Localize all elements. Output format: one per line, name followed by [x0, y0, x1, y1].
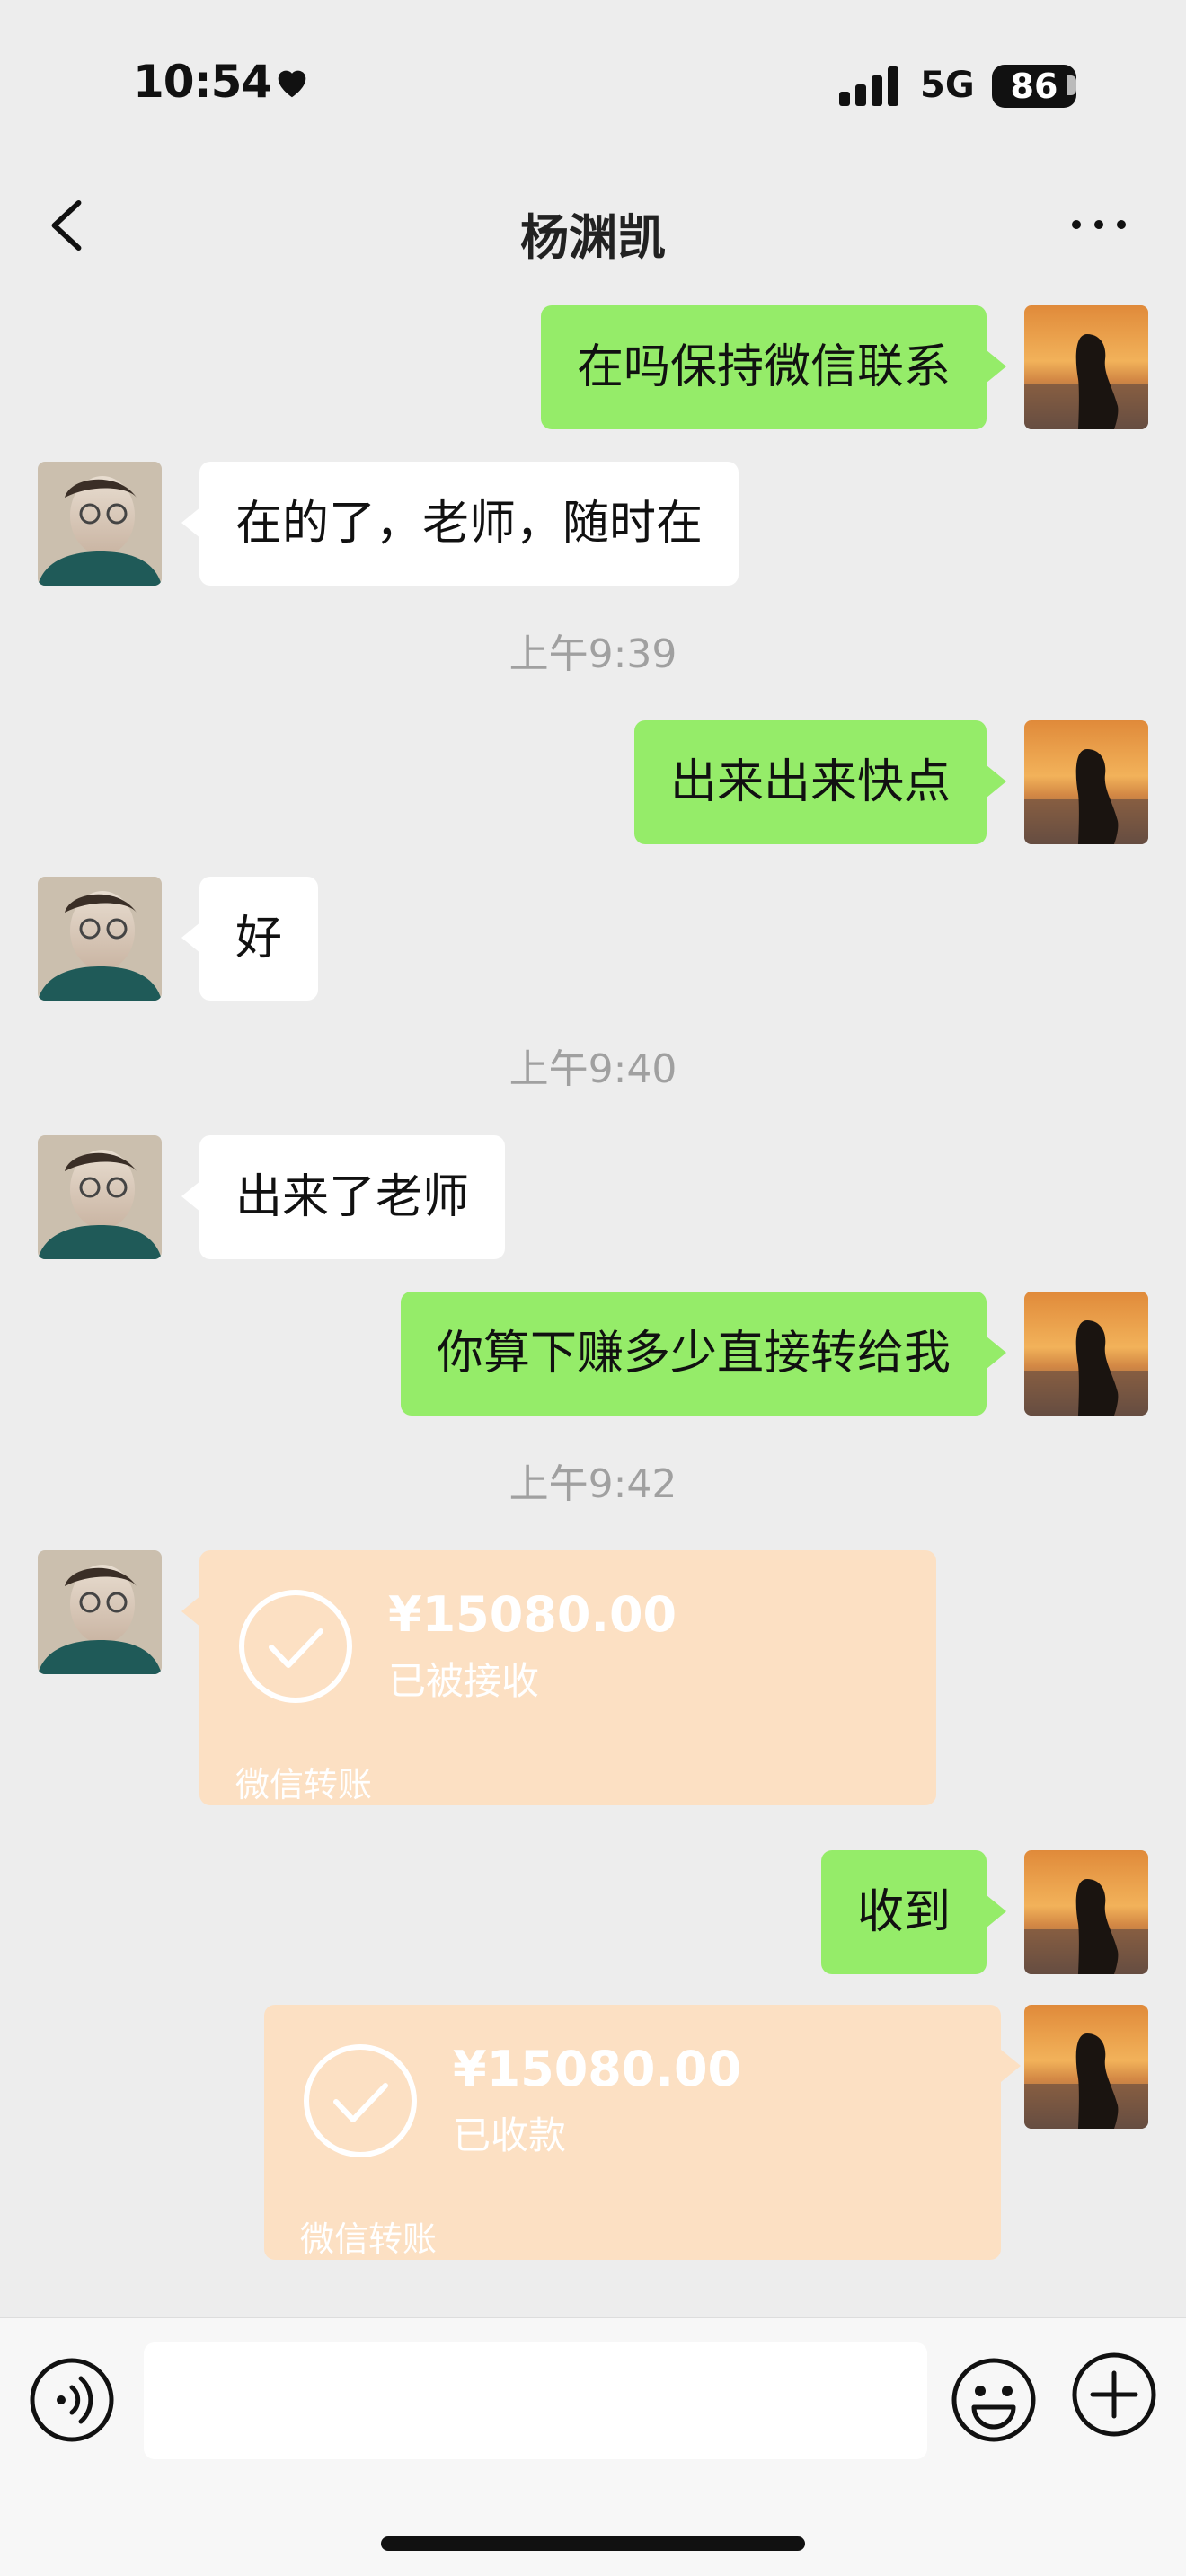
network-type: 5G [920, 65, 975, 106]
plus-icon[interactable] [1069, 2350, 1159, 2439]
transfer-card[interactable]: ¥15080.00 已收款 微信转账 [264, 2005, 1001, 2260]
transfer-status: 已被接收 [388, 1659, 540, 1703]
contact-avatar[interactable] [38, 1550, 162, 1674]
bubble-tail [181, 922, 201, 954]
transfer-amount: ¥15080.00 [388, 1586, 677, 1643]
bubble-tail [987, 1337, 1006, 1369]
bubble-tail [181, 1180, 201, 1213]
chat-title: 杨渊凯 [520, 209, 666, 266]
bubble-tail [1001, 2050, 1021, 2082]
emoji-icon[interactable] [949, 2355, 1039, 2445]
message-bubble-sent[interactable]: 你算下赚多少直接转给我 [400, 1292, 987, 1416]
transfer-label: 微信转账 [235, 1765, 373, 1804]
my-avatar[interactable] [1024, 2005, 1148, 2129]
heart-icon [278, 70, 306, 98]
status-time: 10:54 [133, 56, 272, 108]
message-bubble-received[interactable]: 好 [199, 877, 319, 1001]
my-avatar[interactable] [1024, 305, 1148, 429]
message-input[interactable] [144, 2342, 927, 2459]
message-bubble-sent[interactable]: 出来出来快点 [633, 720, 987, 844]
contact-avatar[interactable] [38, 877, 162, 1001]
signal-icon [839, 66, 898, 106]
transfer-card[interactable]: ¥15080.00 已被接收 微信转账 [199, 1550, 936, 1805]
message-bubble-sent[interactable]: 在吗保持微信联系 [540, 305, 987, 429]
bubble-tail [987, 765, 1006, 798]
message-bubble-received[interactable]: 在的了，老师，随时在 [199, 462, 739, 586]
bubble-tail [181, 1595, 201, 1628]
home-indicator[interactable] [381, 2536, 805, 2551]
message-timestamp: 上午9:42 [509, 1461, 677, 1507]
more-icon[interactable] [1069, 216, 1128, 234]
my-avatar[interactable] [1024, 1850, 1148, 1974]
my-avatar[interactable] [1024, 720, 1148, 844]
transfer-status: 已收款 [453, 2113, 567, 2157]
message-timestamp: 上午9:40 [509, 1046, 677, 1092]
transfer-label: 微信转账 [300, 2219, 438, 2259]
battery-tip [1067, 75, 1076, 95]
message-bubble-received[interactable]: 出来了老师 [199, 1135, 506, 1259]
bubble-tail [987, 1895, 1006, 1928]
battery-indicator: 86 [992, 65, 1076, 108]
bubble-tail [987, 350, 1006, 383]
my-avatar[interactable] [1024, 1292, 1148, 1416]
bubble-tail [181, 507, 201, 539]
message-timestamp: 上午9:39 [509, 631, 677, 677]
message-bubble-sent[interactable]: 收到 [820, 1850, 987, 1974]
voice-icon[interactable] [27, 2355, 117, 2445]
transfer-amount: ¥15080.00 [453, 2041, 742, 2097]
contact-avatar[interactable] [38, 462, 162, 586]
check-circle-icon [304, 2044, 417, 2157]
check-circle-icon [239, 1590, 352, 1703]
contact-avatar[interactable] [38, 1135, 162, 1259]
